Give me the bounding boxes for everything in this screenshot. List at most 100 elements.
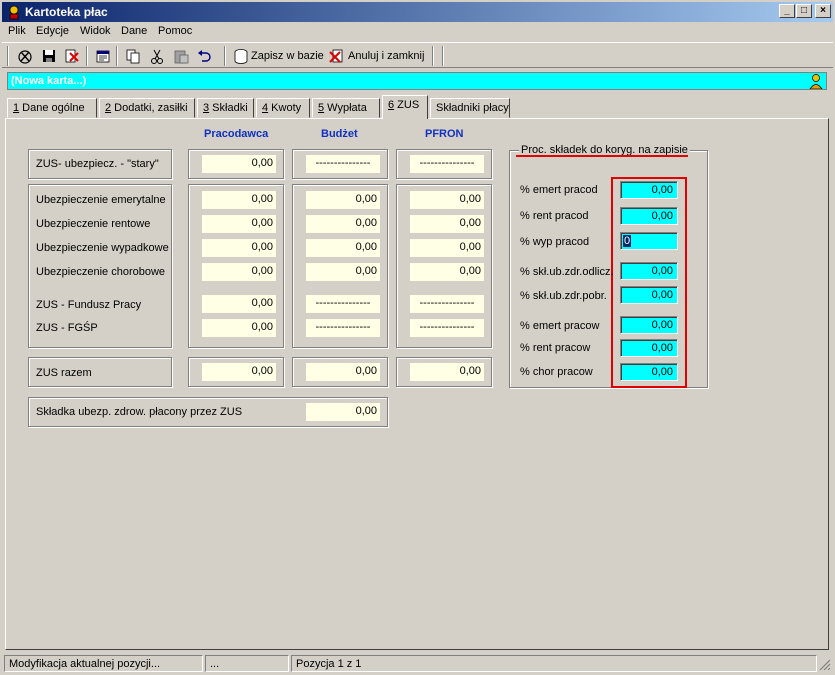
insurance-row-label: Ubezpieczenie emerytalne <box>36 194 166 206</box>
tab-skladki[interactable]: 3 Składki <box>197 98 254 118</box>
save-to-db-button[interactable]: Zapisz w bazie <box>251 50 324 62</box>
toolbar-separator <box>116 46 118 66</box>
toolbar-grip <box>7 46 9 66</box>
tab-wyplata[interactable]: 5 Wypłata <box>312 98 380 118</box>
menu-pomoc[interactable]: Pomoc <box>158 25 192 37</box>
insurance-budget-field[interactable]: 0,00 <box>306 239 380 257</box>
correction-field[interactable]: 0,00 <box>620 316 678 334</box>
resize-grip-icon[interactable] <box>818 658 831 671</box>
red-underline <box>516 155 688 157</box>
card-title: (Nowa karta...) <box>11 75 87 87</box>
tab-label: Kwoty <box>268 102 302 114</box>
insurance-employer-field[interactable]: 0,00 <box>202 215 276 233</box>
maximize-button[interactable]: □ <box>796 4 812 18</box>
menu-plik[interactable]: Plik <box>8 25 26 37</box>
correction-label: % rent pracow <box>520 342 591 354</box>
correction-label: % emert pracow <box>520 320 600 332</box>
zus-old-budget-field: --------------- <box>306 155 380 173</box>
cut-icon[interactable] <box>148 47 166 65</box>
health-contribution-label: Składka ubezp. zdrow. płacony przez ZUS <box>36 406 243 418</box>
status-position: Pozycja 1 z 1 <box>291 655 817 672</box>
tab-dane-ogolne[interactable]: 1 Dane ogólne <box>7 98 97 118</box>
insurance-employer-field[interactable]: 0,00 <box>202 263 276 281</box>
app-icon <box>9 5 19 20</box>
tab-label: ZUS <box>394 99 420 111</box>
tab-zus[interactable]: 6 ZUS <box>382 95 428 119</box>
zus-total-budget-field[interactable]: 0,00 <box>306 363 380 381</box>
selected-value: 0 <box>623 235 632 247</box>
insurance-pfron-field: --------------- <box>410 295 484 313</box>
card-title-bar: (Nowa karta...) <box>7 72 827 90</box>
save-icon[interactable] <box>40 47 58 65</box>
insurance-employer-field[interactable]: 0,00 <box>202 191 276 209</box>
undo-icon[interactable] <box>195 47 213 65</box>
insurance-pfron-field[interactable]: 0,00 <box>410 239 484 257</box>
tab-skladniki-placy[interactable]: Składniki płacy <box>430 98 510 118</box>
zus-old-employer-field[interactable]: 0,00 <box>202 155 276 173</box>
correction-field[interactable]: 0,00 <box>620 207 678 225</box>
paste-icon[interactable] <box>172 47 190 65</box>
cancel-close-icon[interactable] <box>328 47 346 65</box>
correction-field[interactable]: 0,00 <box>620 181 678 199</box>
insurance-budget-field[interactable]: 0,00 <box>306 215 380 233</box>
insurance-pfron-field[interactable]: 0,00 <box>410 263 484 281</box>
status-message: Modyfikacja aktualnej pozycji... <box>4 655 203 672</box>
zus-old-pfron-field: --------------- <box>410 155 484 173</box>
correction-field[interactable]: 0,00 <box>620 286 678 304</box>
person-icon <box>809 74 823 89</box>
insurance-pfron-field: --------------- <box>410 319 484 337</box>
cancel-icon[interactable] <box>16 47 34 65</box>
insurance-employer-field[interactable]: 0,00 <box>202 239 276 257</box>
insurance-row-label: ZUS - Fundusz Pracy <box>36 299 142 311</box>
insurance-pfron-field[interactable]: 0,00 <box>410 215 484 233</box>
column-header-budget: Budżet <box>321 128 358 140</box>
insurance-employer-field[interactable]: 0,00 <box>202 295 276 313</box>
title-bar: Kartoteka płac _ □ × <box>2 2 833 22</box>
menu-edycje[interactable]: Edycje <box>36 25 69 37</box>
zus-old-label: ZUS- ubezpiecz. - "stary" <box>36 158 159 170</box>
insurance-row-label: Ubezpieczenie rentowe <box>36 218 151 230</box>
tab-label: Składniki płacy <box>436 102 509 114</box>
close-button[interactable]: × <box>815 4 831 18</box>
menu-bar: Plik Edycje Widok Dane Pomoc <box>2 23 833 41</box>
zus-total-employer-field[interactable]: 0,00 <box>202 363 276 381</box>
correction-label: % emert pracod <box>520 184 598 196</box>
zus-total-pfron-field[interactable]: 0,00 <box>410 363 484 381</box>
insurance-budget-field[interactable]: 0,00 <box>306 191 380 209</box>
correction-field[interactable]: 0,00 <box>620 262 678 280</box>
insurance-row-label: ZUS - FGŚP <box>36 322 98 334</box>
tab-label: Składki <box>209 102 248 114</box>
tab-label: Dodatki, zasiłki <box>111 102 188 114</box>
correction-field-active[interactable]: 0 <box>620 232 678 250</box>
delete-icon[interactable] <box>62 47 80 65</box>
insurance-budget-field: --------------- <box>306 319 380 337</box>
insurance-employer-field[interactable]: 0,00 <box>202 319 276 337</box>
cancel-close-button[interactable]: Anuluj i zamknij <box>348 50 424 62</box>
properties-icon[interactable] <box>94 47 112 65</box>
toolbar-separator <box>442 46 444 66</box>
health-contribution-field[interactable]: 0,00 <box>306 403 380 421</box>
insurance-row-label: Ubezpieczenie chorobowe <box>36 266 166 278</box>
correction-label: % rent pracod <box>520 210 589 222</box>
insurance-pfron-field[interactable]: 0,00 <box>410 191 484 209</box>
toolbar: Zapisz w bazie Anuluj i zamknij <box>2 42 833 68</box>
menu-widok[interactable]: Widok <box>80 25 111 37</box>
save-database-icon[interactable] <box>232 47 250 65</box>
correction-label: % chor pracow <box>520 366 593 378</box>
toolbar-separator <box>224 46 226 66</box>
status-middle: ... <box>205 655 289 672</box>
tab-dodatki-zasilki[interactable]: 2 Dodatki, zasiłki <box>99 98 195 118</box>
correction-label: % skł.ub.zdr.odlicz. <box>520 266 614 278</box>
menu-dane[interactable]: Dane <box>121 25 147 37</box>
zus-total-label: ZUS razem <box>36 367 92 379</box>
toolbar-separator <box>86 46 88 66</box>
correction-field[interactable]: 0,00 <box>620 363 678 381</box>
correction-field[interactable]: 0,00 <box>620 339 678 357</box>
minimize-button[interactable]: _ <box>779 4 795 18</box>
insurance-budget-field[interactable]: 0,00 <box>306 263 380 281</box>
correction-label: % wyp pracod <box>520 236 590 248</box>
correction-label: % skł.ub.zdr.pobr. <box>520 290 607 302</box>
window-title: Kartoteka płac <box>25 5 108 19</box>
tab-kwoty[interactable]: 4 Kwoty <box>256 98 310 118</box>
copy-icon[interactable] <box>124 47 142 65</box>
